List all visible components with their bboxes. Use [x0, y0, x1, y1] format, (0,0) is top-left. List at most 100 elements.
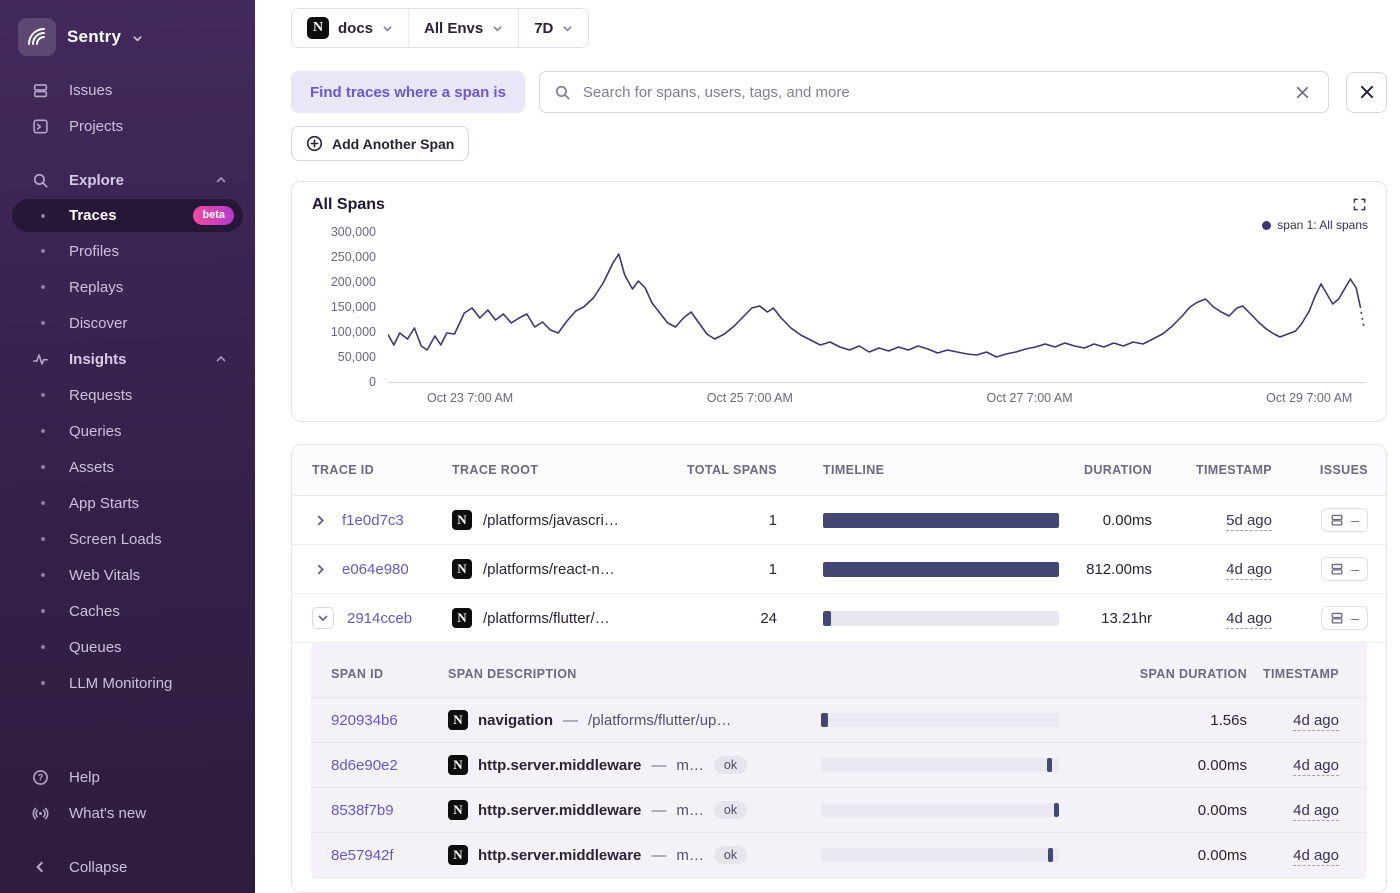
col-span-id: SPAN ID — [331, 667, 384, 681]
sidebar-section-insights[interactable]: Insights — [0, 341, 255, 377]
sidebar-item-replays[interactable]: Replays — [0, 269, 255, 305]
sidebar-item-screen-loads[interactable]: Screen Loads — [0, 521, 255, 557]
collapse-row-icon[interactable] — [312, 607, 334, 629]
sidebar-collapse-button[interactable]: Collapse — [0, 849, 255, 885]
sidebar-item-discover[interactable]: Discover — [0, 305, 255, 341]
sidebar: Sentry Issues Projects Explore Traces be… — [0, 0, 255, 893]
x-tick: Oct 27 7:00 AM — [986, 391, 1073, 405]
span-op: http.server.middleware — [478, 801, 642, 819]
sidebar-item-label: Traces — [69, 207, 117, 224]
project-logo-icon: N — [448, 755, 468, 775]
timestamp[interactable]: 4d ago — [1293, 711, 1339, 731]
sidebar-item-llm-monitoring[interactable]: LLM Monitoring — [0, 665, 255, 701]
timestamp[interactable]: 4d ago — [1226, 609, 1272, 629]
status-badge: ok — [713, 846, 748, 864]
x-tick: Oct 25 7:00 AM — [706, 391, 793, 405]
span-id-link[interactable]: 8538f7b9 — [331, 802, 394, 819]
span-filter-chip[interactable]: Find traces where a span is — [291, 71, 525, 113]
sidebar-item-projects[interactable]: Projects — [0, 108, 255, 144]
sidebar-item-help[interactable]: ? Help — [0, 759, 255, 795]
y-tick: 150,000 — [330, 300, 376, 314]
org-switcher[interactable]: Sentry — [0, 12, 255, 72]
status-badge: ok — [713, 801, 748, 819]
span-row[interactable]: 8538f7b9 N http.server.middleware — m… o… — [311, 788, 1367, 833]
sidebar-item-label: Replays — [69, 278, 124, 296]
sidebar-item-caches[interactable]: Caches — [0, 593, 255, 629]
main-content: N docs All Envs 7D Find traces where a s… — [255, 0, 1400, 893]
y-axis-labels: 300,000 250,000 200,000 150,000 100,000 … — [312, 225, 388, 389]
expand-chart-button[interactable] — [1350, 195, 1369, 217]
sidebar-item-queries[interactable]: Queries — [0, 413, 255, 449]
y-tick: 0 — [369, 375, 376, 389]
bullet-icon — [41, 429, 45, 433]
search-icon — [555, 85, 570, 100]
bullet-icon — [41, 393, 45, 397]
issues-count-button[interactable]: – — [1321, 606, 1368, 630]
expanded-trace-panel: SPAN ID SPAN DESCRIPTION SPAN DURATION T… — [311, 643, 1367, 879]
table-row[interactable]: e064e980 N /platforms/react-n… 1 812.00m… — [292, 545, 1386, 594]
bullet-icon — [41, 573, 45, 577]
span-id-link[interactable]: 920934b6 — [331, 712, 398, 729]
sidebar-item-web-vitals[interactable]: Web Vitals — [0, 557, 255, 593]
broadcast-icon — [31, 804, 49, 822]
sidebar-item-issues[interactable]: Issues — [0, 72, 255, 108]
add-another-span-button[interactable]: Add Another Span — [291, 126, 470, 161]
trace-root: /platforms/react-n… — [483, 560, 615, 578]
sidebar-item-profiles[interactable]: Profiles — [0, 233, 255, 269]
span-id-link[interactable]: 8d6e90e2 — [331, 757, 398, 774]
span-duration: 0.00ms — [1197, 756, 1247, 774]
span-timeline-bar — [821, 758, 1059, 772]
page-filter-group: N docs All Envs 7D — [291, 8, 590, 48]
issues-count-button[interactable]: – — [1321, 557, 1368, 581]
span-description: m… — [676, 846, 704, 864]
issues-icon — [1331, 563, 1343, 575]
timestamp[interactable]: 5d ago — [1226, 511, 1272, 531]
sidebar-item-traces[interactable]: Traces beta — [12, 199, 243, 232]
timestamp[interactable]: 4d ago — [1226, 560, 1272, 580]
project-logo-icon: N — [452, 559, 472, 579]
trace-id-link[interactable]: 2914cceb — [347, 610, 412, 627]
span-row[interactable]: 8e57942f N http.server.middleware — m… o… — [311, 833, 1367, 877]
timestamp[interactable]: 4d ago — [1293, 846, 1339, 866]
table-row[interactable]: f1e0d7c3 N /platforms/javascri… 1 0.00ms… — [292, 496, 1386, 545]
search-input[interactable] — [580, 82, 1281, 102]
project-selector[interactable]: N docs — [292, 9, 408, 47]
environment-name: All Envs — [424, 19, 484, 37]
span-id-link[interactable]: 8e57942f — [331, 847, 394, 864]
sidebar-item-queues[interactable]: Queues — [0, 629, 255, 665]
span-timeline-bar — [821, 803, 1059, 817]
date-range-selector[interactable]: 7D — [518, 9, 588, 47]
sidebar-item-whats-new[interactable]: What's new — [0, 795, 255, 831]
expand-row-icon[interactable] — [312, 561, 329, 578]
expand-row-icon[interactable] — [312, 512, 329, 529]
clear-search-icon[interactable] — [1291, 81, 1314, 104]
sidebar-section-explore[interactable]: Explore — [0, 162, 255, 198]
spans-line-chart[interactable] — [388, 232, 1366, 383]
issues-count-button[interactable]: – — [1321, 508, 1368, 532]
trace-id-link[interactable]: e064e980 — [342, 561, 409, 578]
environment-selector[interactable]: All Envs — [408, 9, 518, 47]
plot-column: Oct 23 7:00 AM Oct 25 7:00 AM Oct 27 7:0… — [388, 232, 1366, 411]
span-row[interactable]: 920934b6 N navigation — /platforms/flutt… — [311, 698, 1367, 743]
timestamp[interactable]: 4d ago — [1293, 756, 1339, 776]
y-tick: 200,000 — [330, 275, 376, 289]
col-trace-id: TRACE ID — [312, 463, 375, 477]
sidebar-item-requests[interactable]: Requests — [0, 377, 255, 413]
sidebar-item-app-starts[interactable]: App Starts — [0, 485, 255, 521]
close-span-filter-button[interactable] — [1346, 71, 1387, 113]
sidebar-item-label: App Starts — [69, 494, 140, 512]
sentry-logo-icon — [18, 18, 56, 56]
project-logo-icon: N — [307, 17, 329, 39]
sidebar-item-assets[interactable]: Assets — [0, 449, 255, 485]
bullet-icon — [41, 213, 45, 218]
table-row[interactable]: 2914cceb N /platforms/flutter/… 24 13.21… — [292, 594, 1386, 643]
legend-label: span 1: All spans — [1277, 218, 1368, 232]
project-logo-icon: N — [452, 608, 472, 628]
col-issues: ISSUES — [1319, 463, 1368, 477]
timeline-bar — [823, 512, 1059, 528]
span-row[interactable]: 8d6e90e2 N http.server.middleware — m… o… — [311, 743, 1367, 788]
timestamp[interactable]: 4d ago — [1293, 801, 1339, 821]
chart-legend[interactable]: span 1: All spans — [1262, 218, 1368, 232]
trace-id-link[interactable]: f1e0d7c3 — [342, 512, 404, 529]
